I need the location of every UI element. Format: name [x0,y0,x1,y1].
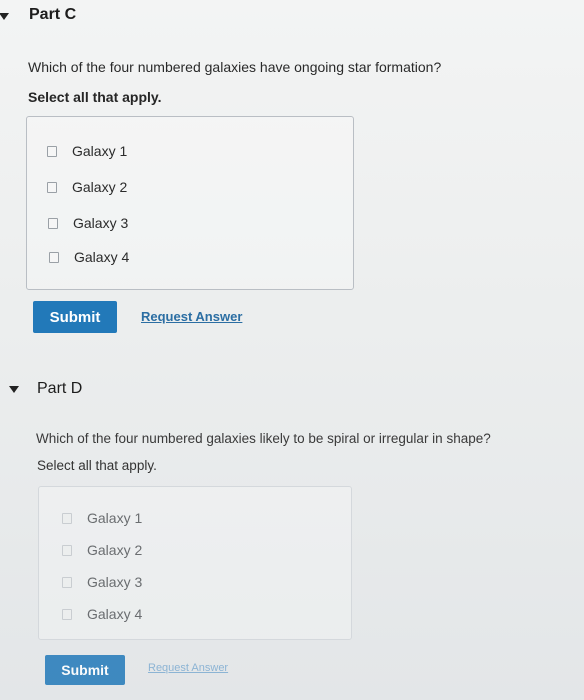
part-c-option-galaxy-2[interactable]: Galaxy 2 [47,179,127,195]
part-d-option-galaxy-2[interactable]: Galaxy 2 [62,542,142,558]
part-c-question: Which of the four numbered galaxies have… [28,59,442,75]
checkbox-icon[interactable] [49,251,59,263]
part-d-option-galaxy-1[interactable]: Galaxy 1 [62,510,142,526]
part-d-question: Which of the four numbered galaxies like… [36,431,491,446]
option-label: Galaxy 3 [87,574,143,590]
checkbox-icon[interactable] [48,217,58,229]
option-label: Galaxy 3 [73,215,129,231]
part-c-option-galaxy-1[interactable]: Galaxy 1 [47,143,127,159]
part-d-option-galaxy-4[interactable]: Galaxy 4 [62,606,142,622]
part-d-instruction: Select all that apply. [37,458,157,473]
option-label: Galaxy 2 [87,542,143,558]
option-label: Galaxy 1 [87,510,143,526]
part-d-title: Part D [37,380,83,397]
option-label: Galaxy 4 [74,249,130,265]
part-c-option-galaxy-3[interactable]: Galaxy 3 [48,215,128,231]
part-c-title: Part C [29,6,77,23]
part-c-request-answer-link[interactable]: Request Answer [141,309,242,324]
checkbox-icon[interactable] [62,512,72,524]
checkbox-icon[interactable] [47,181,57,193]
checkbox-icon[interactable] [62,608,72,620]
collapse-arrow-icon[interactable] [0,13,9,20]
checkbox-icon[interactable] [62,544,72,556]
part-c-option-galaxy-4[interactable]: Galaxy 4 [49,249,129,265]
option-label: Galaxy 2 [72,179,128,195]
checkbox-icon[interactable] [47,145,57,157]
checkbox-icon[interactable] [62,576,72,588]
part-c-submit-button[interactable]: Submit [33,301,117,333]
part-d-submit-button[interactable]: Submit [45,655,125,685]
part-c-instruction: Select all that apply. [28,89,162,105]
part-d-request-answer-link[interactable]: Request Answer [148,662,228,674]
part-d-option-galaxy-3[interactable]: Galaxy 3 [62,574,142,590]
option-label: Galaxy 1 [72,143,128,159]
option-label: Galaxy 4 [87,606,143,622]
collapse-arrow-icon[interactable] [9,386,19,393]
